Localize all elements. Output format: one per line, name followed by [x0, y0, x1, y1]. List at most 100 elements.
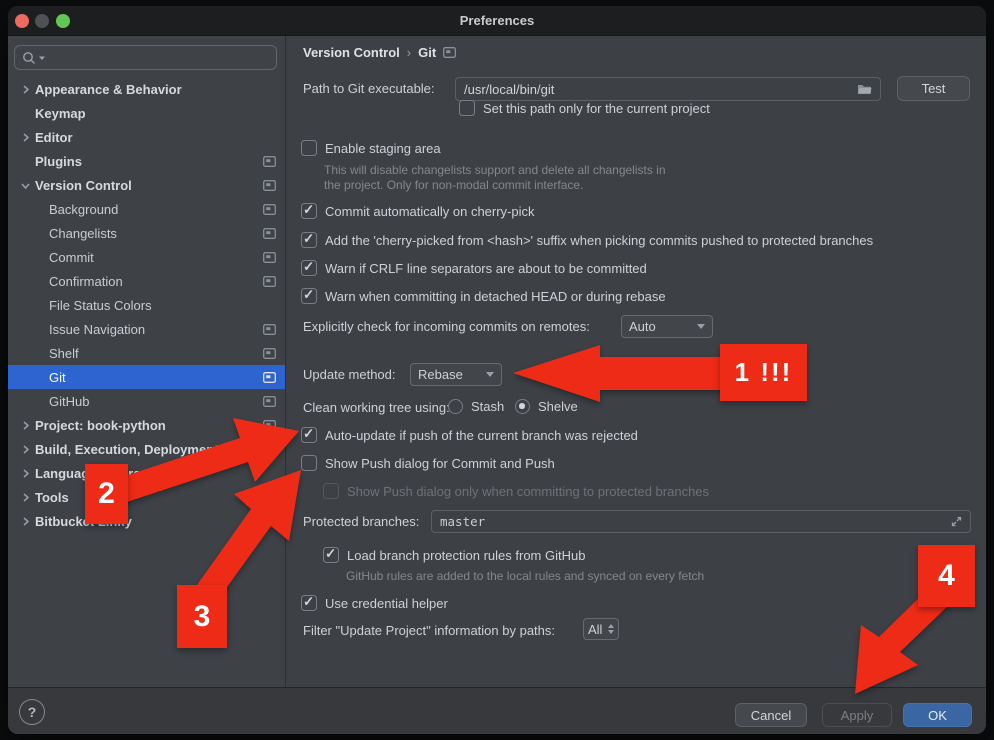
chevron-right-icon: [21, 493, 30, 502]
protected-branches-input[interactable]: master: [431, 510, 971, 533]
sidebar-item-confirmation[interactable]: Confirmation: [8, 269, 285, 293]
sidebar-item-issue-navigation[interactable]: Issue Navigation: [8, 317, 285, 341]
chevron-right-icon: [21, 421, 30, 430]
chevron-right-icon: [21, 133, 30, 142]
annotation-label-2: 2: [85, 464, 128, 524]
incoming-commits-select[interactable]: Auto: [621, 315, 713, 338]
checkbox-checked-icon[interactable]: [301, 203, 317, 219]
sidebar-item-shelf[interactable]: Shelf: [8, 341, 285, 365]
checkbox-icon[interactable]: [459, 100, 475, 116]
sidebar-item-appearance-behavior[interactable]: Appearance & Behavior: [8, 77, 285, 101]
sidebar-item-commit[interactable]: Commit: [8, 245, 285, 269]
search-icon: [22, 51, 36, 65]
checkbox-checked-icon[interactable]: [301, 595, 317, 611]
screen-scope-icon: [263, 324, 276, 335]
help-button[interactable]: ?: [19, 699, 45, 725]
checkbox-icon[interactable]: [301, 455, 317, 471]
checkbox-checked-icon[interactable]: [301, 232, 317, 248]
sidebar-item-background[interactable]: Background: [8, 197, 285, 221]
radio-icon[interactable]: [448, 399, 463, 414]
annotation-label-1: 1 !!!: [720, 344, 807, 401]
sidebar-item-project-book-python[interactable]: Project: book-python: [8, 413, 285, 437]
breadcrumb-section[interactable]: Version Control: [303, 45, 400, 60]
checkbox-checked-icon[interactable]: [301, 260, 317, 276]
sidebar-item-tools[interactable]: Tools: [8, 485, 285, 509]
sidebar-item-bitbucket[interactable]: Bitbucket Linky: [8, 509, 285, 533]
checkbox-checked-icon[interactable]: [323, 547, 339, 563]
screen-scope-icon: [263, 372, 276, 383]
load-branch-rules-description: GitHub rules are added to the local rule…: [346, 569, 704, 583]
screen-scope-icon: [263, 204, 276, 215]
auto-update-on-reject-checkbox[interactable]: Auto-update if push of the current branc…: [301, 427, 638, 443]
chevron-right-icon: [21, 85, 30, 94]
warn-detached-head-checkbox[interactable]: Warn when committing in detached HEAD or…: [301, 288, 666, 304]
test-button[interactable]: Test: [897, 76, 970, 101]
breadcrumb: Version Control › Git: [303, 45, 456, 60]
warn-crlf-checkbox[interactable]: Warn if CRLF line separators are about t…: [301, 260, 647, 276]
git-path-input[interactable]: /usr/local/bin/git: [455, 77, 881, 101]
show-push-dialog-checkbox[interactable]: Show Push dialog for Commit and Push: [301, 455, 555, 471]
sidebar-item-editor[interactable]: Editor: [8, 125, 285, 149]
commit-on-cherry-pick-checkbox[interactable]: Commit automatically on cherry-pick: [301, 203, 535, 219]
screen-scope-icon: [263, 180, 276, 191]
cancel-button[interactable]: Cancel: [735, 703, 807, 727]
git-settings-panel: Version Control › Git Path to Git execut…: [286, 36, 986, 687]
chevron-right-icon: [21, 445, 30, 454]
load-branch-rules-checkbox[interactable]: Load branch protection rules from GitHub: [323, 547, 585, 563]
search-options-chevron-icon[interactable]: [38, 54, 46, 62]
preferences-window: Preferences Appearance & Behavior Keymap…: [8, 6, 986, 734]
sidebar-item-changelists[interactable]: Changelists: [8, 221, 285, 245]
screen-scope-icon: [443, 47, 456, 58]
set-path-current-project-checkbox[interactable]: Set this path only for the current proje…: [459, 100, 710, 116]
search-input[interactable]: [14, 45, 277, 70]
checkbox-checked-icon[interactable]: [301, 427, 317, 443]
dropdown-arrow-icon: [697, 324, 705, 329]
update-method-select[interactable]: Rebase: [410, 363, 502, 386]
apply-button: Apply: [822, 703, 892, 727]
protected-branches-label: Protected branches:: [303, 514, 419, 529]
stash-radio[interactable]: Stash: [448, 399, 504, 414]
radio-selected-icon[interactable]: [515, 399, 530, 414]
sidebar-item-git[interactable]: Git: [8, 365, 285, 389]
screen-scope-icon: [263, 252, 276, 263]
cherry-picked-suffix-checkbox[interactable]: Add the 'cherry-picked from <hash>' suff…: [301, 232, 873, 248]
folder-browse-icon[interactable]: [857, 83, 872, 95]
git-path-label: Path to Git executable:: [303, 81, 435, 96]
expand-field-icon[interactable]: [951, 516, 962, 527]
staging-description-line2: the project. Only for non-modal commit i…: [324, 178, 583, 192]
sidebar-item-languages-frameworks[interactable]: Languages & Frameworks: [8, 461, 285, 485]
enable-staging-area-checkbox[interactable]: Enable staging area: [301, 140, 441, 156]
settings-sidebar: Appearance & Behavior Keymap Editor Plug…: [8, 36, 285, 687]
shelve-radio[interactable]: Shelve: [515, 399, 578, 414]
screen-scope-icon: [263, 348, 276, 359]
settings-tree: Appearance & Behavior Keymap Editor Plug…: [8, 77, 285, 533]
incoming-commits-label: Explicitly check for incoming commits on…: [303, 319, 590, 334]
breadcrumb-separator: ›: [407, 45, 411, 60]
annotation-label-3: 3: [177, 585, 227, 648]
sidebar-item-github[interactable]: GitHub: [8, 389, 285, 413]
screen-scope-icon: [263, 420, 276, 431]
use-credential-helper-checkbox[interactable]: Use credential helper: [301, 595, 448, 611]
checkbox-disabled-icon: [323, 483, 339, 499]
update-method-label: Update method:: [303, 367, 396, 382]
sidebar-item-keymap[interactable]: Keymap: [8, 101, 285, 125]
ok-button[interactable]: OK: [903, 703, 972, 727]
screen-scope-icon: [263, 156, 276, 167]
filter-update-project-label: Filter "Update Project" information by p…: [303, 623, 555, 638]
screen-scope-icon: [263, 228, 276, 239]
dialog-footer: ? Cancel Apply OK: [8, 687, 986, 734]
sidebar-item-version-control[interactable]: Version Control: [8, 173, 285, 197]
checkbox-icon[interactable]: [301, 140, 317, 156]
sidebar-item-build-execution-deployment[interactable]: Build, Execution, Deployment: [8, 437, 285, 461]
sidebar-item-plugins[interactable]: Plugins: [8, 149, 285, 173]
clean-working-tree-label: Clean working tree using:: [303, 400, 450, 415]
screen-scope-icon: [263, 396, 276, 407]
titlebar: Preferences: [8, 6, 986, 36]
filter-paths-select[interactable]: All: [583, 618, 619, 640]
sidebar-item-file-status-colors[interactable]: File Status Colors: [8, 293, 285, 317]
annotation-label-4: 4: [918, 545, 975, 607]
checkbox-checked-icon[interactable]: [301, 288, 317, 304]
staging-description-line1: This will disable changelists support an…: [324, 163, 666, 177]
chevron-down-icon: [21, 181, 30, 190]
breadcrumb-page: Git: [418, 45, 436, 60]
